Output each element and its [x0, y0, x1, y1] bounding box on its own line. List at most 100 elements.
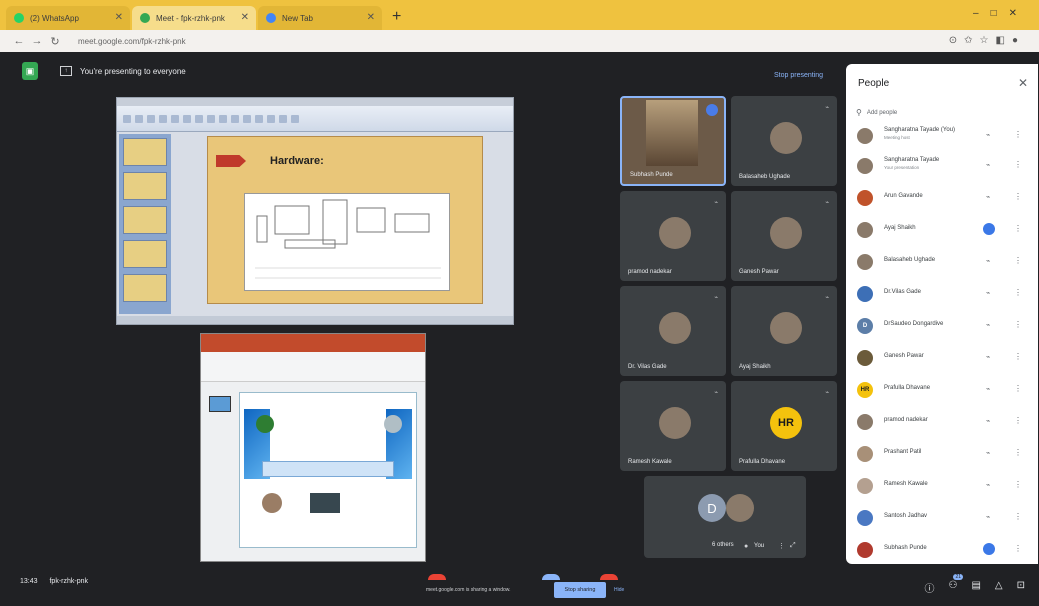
list-item[interactable]: Santosh Jadhav ⌁ ⋮	[846, 502, 1038, 534]
list-item[interactable]: Ramesh Kawale ⌁ ⋮	[846, 470, 1038, 502]
list-item[interactable]: Sangharatna Tayade (You) Meeting host ⌁ …	[846, 120, 1038, 152]
video-tile[interactable]: ⌁ pramod nadekar	[620, 191, 726, 281]
tab-new[interactable]: New Tab ✕	[258, 6, 382, 30]
more-options-icon[interactable]: ⋮	[1014, 480, 1022, 489]
video-tile[interactable]: ⌁ Ramesh Kawale	[620, 381, 726, 471]
expand-icon[interactable]: ⤢	[790, 542, 796, 550]
leave-call-button[interactable]	[600, 574, 618, 580]
hide-button[interactable]: Hide	[614, 587, 624, 593]
video-tile[interactable]: ⌁ Dr. Vilas Gade	[620, 286, 726, 376]
mic-off-icon[interactable]: ⌁	[986, 385, 990, 393]
more-options-icon[interactable]: ⋮	[778, 542, 785, 550]
more-options-icon[interactable]: ⋮	[1014, 384, 1022, 393]
more-options-icon[interactable]: ⋮	[1014, 256, 1022, 265]
more-options-icon[interactable]: ⋮	[1014, 288, 1022, 297]
more-options-icon[interactable]: ⋮	[1014, 352, 1022, 361]
mic-off-icon[interactable]: ⌁	[986, 449, 990, 457]
more-options-icon[interactable]: ⋮	[1014, 160, 1022, 169]
mic-off-icon[interactable]: ⌁	[986, 417, 990, 425]
new-tab-icon[interactable]: +	[392, 8, 401, 26]
chrome-icon	[266, 13, 276, 23]
stop-presenting-link[interactable]: Stop presenting	[774, 72, 823, 79]
avatar	[857, 478, 873, 494]
mic-off-icon[interactable]: ⌁	[986, 193, 990, 201]
others-tile[interactable]: D 6 others ● You ⋮ ⤢	[644, 476, 806, 558]
mic-off-icon[interactable]: ⌁	[986, 289, 990, 297]
avatar	[857, 350, 873, 366]
mic-off-icon[interactable]: ⌁	[986, 513, 990, 521]
speaker-photo	[262, 493, 282, 513]
close-tab-icon[interactable]: ✕	[367, 12, 375, 23]
extension-icons[interactable]: ⊙✩☆◧●	[949, 35, 1025, 46]
close-icon[interactable]: ✕	[1018, 76, 1028, 90]
more-options-icon[interactable]: ⋮	[1014, 130, 1022, 139]
list-item[interactable]: Balasaheb Ughade ⌁ ⋮	[846, 246, 1038, 278]
url-field[interactable]: meet.google.com/fpk-rzhk-pnk	[78, 37, 186, 46]
more-options-icon[interactable]: ⋮	[1014, 224, 1022, 233]
mic-button[interactable]	[428, 574, 446, 580]
chat-icon[interactable]: ▤	[971, 580, 980, 595]
participant-name: Arun Gavande	[884, 193, 923, 199]
back-icon[interactable]: ←	[10, 35, 28, 47]
more-options-icon[interactable]: ⋮	[1014, 192, 1022, 201]
list-item[interactable]: Arun Gavande ⌁ ⋮	[846, 182, 1038, 214]
tab-label: New Tab	[282, 13, 313, 23]
forward-icon[interactable]: →	[28, 35, 46, 47]
list-item[interactable]: Ganesh Pawar ⌁ ⋮	[846, 342, 1038, 374]
lock-icon[interactable]: ⊡	[1017, 580, 1025, 595]
reload-icon[interactable]: ↻	[46, 35, 64, 48]
avatar: HR	[770, 407, 802, 439]
arrow-shape	[216, 155, 246, 167]
mic-off-icon[interactable]: ⌁	[986, 131, 990, 139]
activities-icon[interactable]: △	[995, 580, 1003, 595]
info-icon[interactable]: ⓘ	[924, 580, 934, 595]
close-tab-icon[interactable]: ✕	[115, 12, 123, 23]
list-item[interactable]: Ayaj Shaikh ⋮	[846, 214, 1038, 246]
more-options-icon[interactable]: ⋮	[1014, 416, 1022, 425]
video-tile[interactable]: ⌁ Ayaj Shaikh	[731, 286, 837, 376]
video-tile[interactable]: HR ⌁ Prafulla Dhavane	[731, 381, 837, 471]
mic-off-icon: ⌁	[825, 200, 829, 206]
list-item[interactable]: pramod nadekar ⌁ ⋮	[846, 406, 1038, 438]
people-icon[interactable]: ⚇	[948, 580, 957, 595]
tab-meet[interactable]: Meet - fpk-rzhk-pnk ✕	[132, 6, 256, 30]
mic-off-icon[interactable]: ⌁	[986, 161, 990, 169]
mic-off-icon[interactable]: ⌁	[986, 481, 990, 489]
window-titlebar	[117, 98, 513, 106]
list-item[interactable]: Sangharatna Tayade Your presentation ⌁ ⋮	[846, 150, 1038, 182]
avatar	[770, 122, 802, 154]
tile-name: Prafulla Dhavane	[739, 459, 786, 465]
more-options-icon[interactable]: ⋮	[1014, 512, 1022, 521]
participant-name: Ayaj Shaikh	[884, 225, 916, 231]
mic-off-icon[interactable]: ⌁	[986, 321, 990, 329]
window-controls[interactable]: –□✕	[973, 8, 1029, 19]
more-options-icon[interactable]: ⋮	[1014, 544, 1022, 553]
stop-sharing-button[interactable]: Stop sharing	[554, 582, 606, 598]
more-options-icon[interactable]: ⋮	[1014, 448, 1022, 457]
list-item[interactable]: D DrSaudeo Dongardive ⌁ ⋮	[846, 310, 1038, 342]
tab-whatsapp[interactable]: (2) WhatsApp ✕	[6, 6, 130, 30]
participant-name: Dr.Vilas Gade	[884, 289, 921, 295]
mic-off-icon: ⌁	[825, 390, 829, 396]
mic-icon[interactable]: ●	[744, 543, 748, 550]
mic-off-icon[interactable]: ⌁	[986, 257, 990, 265]
mic-off-icon[interactable]: ⌁	[986, 353, 990, 361]
participant-name: Santosh Jadhav	[884, 513, 928, 519]
video-tile[interactable]: Subhash Punde	[620, 96, 726, 186]
more-options-icon[interactable]: ⋮	[1014, 320, 1022, 329]
presenting-banner: ▣ ↑ You're presenting to everyone	[22, 62, 186, 80]
camera-button[interactable]	[542, 574, 560, 580]
mic-off-icon: ⌁	[825, 105, 829, 111]
list-item[interactable]: HR Prafulla Dhavane ⌁ ⋮	[846, 374, 1038, 406]
list-item[interactable]: Prashant Patil ⌁ ⋮	[846, 438, 1038, 470]
whatsapp-icon	[14, 13, 24, 23]
close-tab-icon[interactable]: ✕	[241, 12, 249, 23]
list-item[interactable]: Dr.Vilas Gade ⌁ ⋮	[846, 278, 1038, 310]
video-tile[interactable]: ⌁ Balasaheb Ughade	[731, 96, 837, 186]
video-tile[interactable]: ⌁ Ganesh Pawar	[731, 191, 837, 281]
list-item[interactable]: Subhash Punde ⋮	[846, 534, 1038, 560]
browser-tab-bar: (2) WhatsApp ✕ Meet - fpk-rzhk-pnk ✕ New…	[0, 0, 1039, 30]
add-people-button[interactable]: ⚲ Add people	[856, 108, 897, 117]
shared-window-powerpoint: Hardware:	[116, 97, 514, 325]
mic-off-icon: ⌁	[714, 295, 718, 301]
